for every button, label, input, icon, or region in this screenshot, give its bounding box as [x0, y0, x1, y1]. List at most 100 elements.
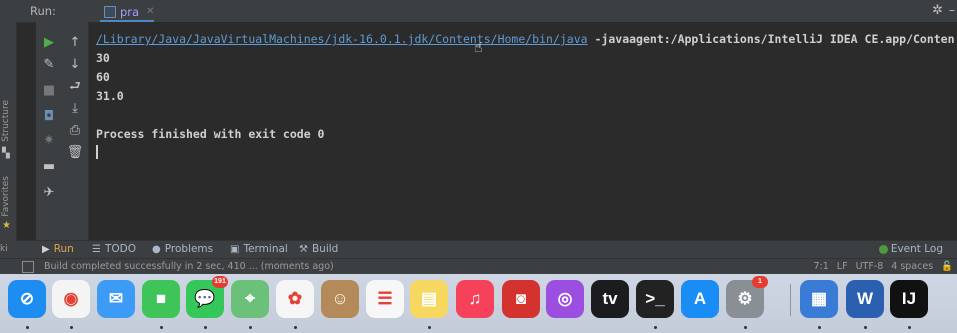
- run-config-tab[interactable]: pra ✕: [100, 3, 158, 20]
- indent-setting[interactable]: 4 spaces: [891, 261, 933, 272]
- system-preferences-icon: ⚙: [737, 289, 753, 308]
- event-log-icon: [878, 244, 888, 254]
- down-arrow-icon[interactable]: ↓: [66, 56, 84, 74]
- info-icon: ●: [152, 243, 161, 255]
- run-toolbar-secondary: ↑ ↓ ⮐ ⤓ ⎙ 🗑: [62, 22, 89, 240]
- scroll-to-end-icon[interactable]: ⤓: [66, 100, 84, 118]
- dock-app-photos[interactable]: ✿: [276, 280, 314, 318]
- lock-icon[interactable]: 🔓: [941, 261, 953, 272]
- stop-icon[interactable]: ■: [40, 82, 58, 100]
- rerun-icon[interactable]: ▶: [40, 34, 58, 52]
- dock-app-facetime[interactable]: ■: [142, 280, 180, 318]
- dock-app-safari[interactable]: ⊘: [8, 280, 46, 318]
- app-store-icon: A: [693, 289, 707, 308]
- dock-app-tv[interactable]: tv: [591, 280, 629, 318]
- running-indicator: [908, 326, 911, 329]
- list-icon: ☰: [92, 243, 101, 255]
- structure-icon: ▚: [2, 148, 10, 159]
- dock-app-mail[interactable]: ✉: [97, 280, 135, 318]
- dock-app-intellij-idea[interactable]: IJ: [890, 280, 928, 318]
- play-icon: ▶: [42, 243, 50, 255]
- java-path-link[interactable]: /Library/Java/JavaVirtualMachines/jdk-16…: [96, 32, 588, 46]
- file-encoding[interactable]: UTF-8: [856, 261, 884, 272]
- mail-icon: ✉: [108, 289, 124, 308]
- tab-problems-label: Problems: [164, 243, 214, 255]
- hand-cursor-icon: ☝: [474, 40, 483, 56]
- notification-badge: 191: [212, 276, 228, 288]
- dock-app-preview[interactable]: ▦: [800, 280, 838, 318]
- soft-wrap-icon[interactable]: ⮐: [66, 78, 84, 96]
- status-right-group: 7:1 LF UTF-8 4 spaces 🔓: [814, 261, 954, 272]
- side-letter: ki: [0, 244, 8, 254]
- tab-build-label: Build: [311, 243, 339, 255]
- dock-app-messages[interactable]: 💬 191: [186, 276, 228, 318]
- run-tab-label: pra: [120, 4, 140, 19]
- running-indicator: [864, 326, 867, 329]
- photo-booth-icon: ◙: [515, 289, 527, 308]
- run-toolbar-primary: ▶ ✎ ■ ◘ ✷ ▬ ✈: [36, 22, 62, 240]
- safari-icon: ⊘: [19, 289, 35, 308]
- debug-icon[interactable]: ✷: [40, 132, 58, 150]
- text-caret: [96, 145, 98, 159]
- notes-icon: ▤: [420, 289, 438, 308]
- close-icon[interactable]: ✕: [146, 6, 154, 17]
- wrench-icon[interactable]: ✎: [40, 56, 58, 74]
- tab-todo[interactable]: ☰ TODO: [92, 243, 136, 255]
- event-log-button[interactable]: Event Log: [878, 243, 943, 255]
- tab-build[interactable]: ⚒ Build: [299, 243, 338, 255]
- terminal-icon: >_: [645, 289, 665, 308]
- photos-icon: ✿: [287, 289, 303, 308]
- tab-problems[interactable]: ● Problems: [152, 243, 213, 255]
- up-arrow-icon[interactable]: ↑: [66, 34, 84, 52]
- tab-run[interactable]: ▶ Run: [42, 243, 74, 255]
- dock-app-photo-booth[interactable]: ◙: [502, 280, 540, 318]
- print-icon[interactable]: ⎙: [66, 122, 84, 140]
- dock-app-reminders[interactable]: ☰: [366, 280, 404, 318]
- music-icon: ♫: [468, 289, 482, 308]
- run-panel-header: Run: pra ✕ ✲ –: [16, 0, 957, 23]
- tv-icon: tv: [602, 289, 618, 308]
- tab-terminal[interactable]: ▣ Terminal: [230, 243, 288, 255]
- line-separator[interactable]: LF: [837, 261, 848, 272]
- caret-position[interactable]: 7:1: [814, 261, 829, 272]
- favorites-tab[interactable]: Favorites: [1, 176, 11, 217]
- console-output[interactable]: /Library/Java/JavaVirtualMachines/jdk-16…: [89, 22, 957, 240]
- layout-icon[interactable]: ▬: [40, 158, 58, 176]
- toggle-panels-icon[interactable]: [22, 261, 34, 273]
- contacts-icon: ☺: [331, 289, 349, 308]
- chrome-icon: ◉: [63, 289, 79, 308]
- maps-icon: ⌖: [245, 289, 255, 308]
- camera-icon[interactable]: ◘: [40, 108, 58, 126]
- dock-app-word[interactable]: W: [846, 280, 884, 318]
- notification-badge: 1: [752, 276, 768, 288]
- running-indicator: [744, 326, 747, 329]
- dock-separator: [790, 284, 791, 316]
- build-status-message[interactable]: Build completed successfully in 2 sec, 4…: [44, 261, 334, 272]
- console-icon: [104, 5, 116, 18]
- dock-app-notes[interactable]: ▤: [410, 280, 448, 318]
- running-indicator: [654, 326, 657, 329]
- command-line: /Library/Java/JavaVirtualMachines/jdk-16…: [96, 32, 955, 46]
- macos-dock: ⊘ ◉ ✉ ■ 💬 191 ⌖ ✿ ☺ ☰ ▤ ♫ ◙ ◎ tv >_ A ⚙ 1 ▦ W IJ: [0, 274, 957, 333]
- dock-app-chrome[interactable]: ◉: [52, 280, 90, 318]
- trash-icon[interactable]: 🗑: [66, 144, 84, 162]
- dock-app-contacts[interactable]: ☺: [321, 280, 359, 318]
- pin-icon[interactable]: ✈: [40, 184, 58, 202]
- facetime-icon: ■: [155, 289, 167, 308]
- dock-app-music[interactable]: ♫: [456, 280, 494, 318]
- running-indicator: [428, 326, 431, 329]
- minimize-icon[interactable]: –: [949, 3, 955, 17]
- run-title: Run:: [30, 4, 56, 18]
- running-indicator: [294, 326, 297, 329]
- word-icon: W: [856, 289, 874, 308]
- tool-window-bar: ▶ Run ☰ TODO ● Problems ▣ Terminal ⚒ Bui…: [16, 240, 957, 259]
- dock-app-system-preferences[interactable]: ⚙ 1: [726, 276, 768, 318]
- gear-icon[interactable]: ✲: [932, 3, 943, 18]
- command-args: -javaagent:/Applications/IntelliJ IDEA C…: [587, 32, 955, 46]
- running-indicator: [160, 326, 163, 329]
- dock-app-maps[interactable]: ⌖: [231, 280, 269, 318]
- dock-app-terminal[interactable]: >_: [636, 280, 674, 318]
- structure-tab[interactable]: Structure: [1, 100, 11, 142]
- dock-app-podcasts[interactable]: ◎: [546, 280, 584, 318]
- dock-app-app-store[interactable]: A: [681, 280, 719, 318]
